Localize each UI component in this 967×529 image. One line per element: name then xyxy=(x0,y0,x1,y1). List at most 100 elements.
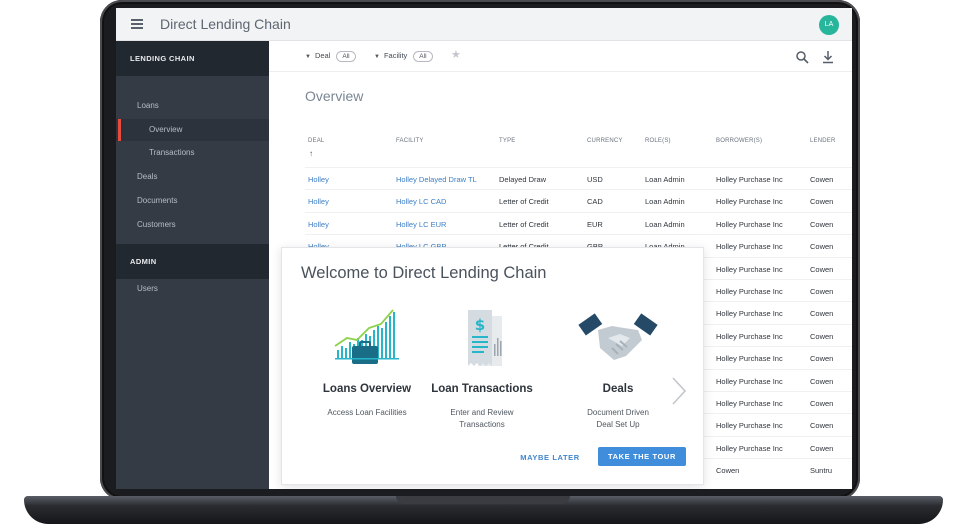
take-tour-button[interactable]: TAKE THE TOUR xyxy=(598,447,686,466)
cell-type: Letter of Credit xyxy=(499,219,549,229)
cell-role: Loan Admin xyxy=(645,197,685,207)
laptop-notch xyxy=(396,496,570,504)
cell-lender: Cowen xyxy=(810,264,834,274)
card-description-line: Enter and Review xyxy=(450,408,514,417)
cell-borrower: Holley Purchase Inc xyxy=(716,443,783,453)
download-icon[interactable] xyxy=(821,50,835,64)
card-description: Access Loan Facilities xyxy=(307,407,427,419)
welcome-modal: Welcome to Direct Lending Chain Loans Ov… xyxy=(281,247,704,485)
card-title: Loan Transactions xyxy=(431,383,533,395)
sidebar-item-users[interactable]: Users xyxy=(116,279,269,299)
sidebar-item-transactions[interactable]: Transactions xyxy=(116,143,269,163)
table-row[interactable]: Holley Holley LC CAD Letter of Credit CAD Lo… xyxy=(305,189,852,211)
cell-lender: Cowen xyxy=(810,376,834,386)
deal-filter-label: Deal xyxy=(314,51,331,60)
column-header-deal[interactable]: DEAL xyxy=(308,138,324,144)
cell-deal[interactable]: Holley xyxy=(308,175,329,184)
card-description-line: Document Driven xyxy=(587,408,649,417)
search-icon[interactable] xyxy=(795,50,809,64)
facility-filter-value[interactable]: All xyxy=(413,51,433,62)
card-loan-transactions[interactable]: $ Loan Transactions Enter and Review Tra… xyxy=(422,308,542,429)
cell-lender: Cowen xyxy=(810,331,834,341)
card-title: Deals xyxy=(602,383,634,395)
sidebar-item-deals[interactable]: Deals xyxy=(116,167,269,187)
card-loans-overview[interactable]: Loans Overview Access Loan Facilities xyxy=(307,308,427,417)
cell-borrower: Holley Purchase Inc xyxy=(716,376,783,386)
star-icon[interactable]: ★ xyxy=(451,48,461,61)
app-title: Direct Lending Chain xyxy=(160,16,291,32)
column-header-currency[interactable]: CURRENCY xyxy=(587,138,623,144)
cell-borrower: Holley Purchase Inc xyxy=(716,197,783,207)
cell-currency: CAD xyxy=(587,197,603,207)
bar-chart-briefcase-icon xyxy=(334,309,399,364)
card-deals[interactable]: Deals Document Driven Deal Set Up xyxy=(558,308,678,429)
deal-filter-value[interactable]: All xyxy=(336,51,356,62)
card-description: Document Driven Deal Set Up xyxy=(558,407,678,431)
card-description-line: Deal Set Up xyxy=(596,420,640,429)
sidebar-item-loans[interactable]: Loans xyxy=(116,96,269,116)
cell-borrower: Holley Purchase Inc xyxy=(716,219,783,229)
cell-type: Letter of Credit xyxy=(499,197,549,207)
app-screen: Direct Lending Chain LA LENDING CHAIN Lo… xyxy=(116,8,852,489)
cell-borrower: Holley Purchase Inc xyxy=(716,287,783,296)
cell-borrower: Holley Purchase Inc xyxy=(716,354,783,364)
column-header-lender[interactable]: LENDER xyxy=(810,138,836,144)
deal-filter[interactable]: ▼ Deal All xyxy=(305,51,356,62)
cell-lender: Cowen xyxy=(810,309,834,319)
app-bar: Direct Lending Chain LA xyxy=(116,8,852,41)
sidebar-item-overview[interactable]: Overview xyxy=(116,119,269,141)
cell-lender: Cowen xyxy=(810,354,834,364)
caret-down-icon: ▼ xyxy=(305,54,311,60)
column-header-borrowers[interactable]: BORROWER(S) xyxy=(716,138,762,144)
cell-lender: Cowen xyxy=(810,219,834,229)
cell-deal[interactable]: Holley xyxy=(308,197,329,206)
cell-lender: Cowen xyxy=(810,399,834,408)
cell-borrower: Holley Purchase Inc xyxy=(716,331,783,341)
facility-filter[interactable]: ▼ Facility All xyxy=(374,51,433,62)
sidebar: LENDING CHAIN Loans Overview Transaction… xyxy=(116,41,269,489)
cell-borrower: Holley Purchase Inc xyxy=(716,264,783,274)
cell-lender: Cowen xyxy=(810,175,834,184)
column-header-roles[interactable]: ROLE(S) xyxy=(645,138,671,144)
cell-borrower: Cowen xyxy=(716,466,740,476)
sidebar-section-admin: ADMIN xyxy=(116,244,269,279)
card-title: Loans Overview xyxy=(322,383,412,395)
cell-borrower: Holley Purchase Inc xyxy=(716,242,783,252)
sidebar-item-customers[interactable]: Customers xyxy=(116,215,269,235)
cell-facility[interactable]: Holley LC CAD xyxy=(396,197,446,206)
column-header-type[interactable]: TYPE xyxy=(499,138,515,144)
sidebar-item-overview-label: Overview xyxy=(149,125,183,134)
cell-deal[interactable]: Holley xyxy=(308,220,329,229)
cell-facility[interactable]: Holley Delayed Draw TL xyxy=(396,175,477,184)
svg-text:$: $ xyxy=(475,316,485,334)
card-description: Enter and Review Transactions xyxy=(422,407,542,431)
cell-lender: Cowen xyxy=(810,197,834,207)
sidebar-section-lending-chain: LENDING CHAIN xyxy=(116,41,269,76)
cell-borrower: Holley Purchase Inc xyxy=(716,309,783,319)
cell-role: Loan Admin xyxy=(645,219,685,229)
page-title: Overview xyxy=(305,88,364,104)
facility-filter-label: Facility xyxy=(383,51,408,60)
card-description-line: Transactions xyxy=(459,420,505,429)
caret-down-icon: ▼ xyxy=(374,54,380,60)
cell-lender: Cowen xyxy=(810,242,834,252)
sidebar-item-documents[interactable]: Documents xyxy=(116,191,269,211)
table-row[interactable]: Holley Holley LC EUR Letter of Credit EUR Lo… xyxy=(305,211,852,234)
cell-borrower: Holley Purchase Inc xyxy=(716,421,783,431)
hamburger-menu-icon[interactable] xyxy=(131,19,143,29)
column-header-facility[interactable]: FACILITY xyxy=(396,138,424,144)
table-row[interactable]: Holley Holley Delayed Draw TL Delayed Draw… xyxy=(305,167,852,189)
cell-type: Delayed Draw xyxy=(499,175,547,184)
avatar[interactable]: LA xyxy=(819,15,839,35)
filter-bar: ▼ Deal All ▼ Facility All ★ xyxy=(269,41,852,72)
card-description-line: Access Loan Facilities xyxy=(327,408,407,417)
chevron-right-icon[interactable] xyxy=(670,376,688,406)
cell-currency: USD xyxy=(587,175,603,184)
cell-lender: Cowen xyxy=(810,287,834,296)
cell-lender: Cowen xyxy=(810,421,834,431)
maybe-later-button[interactable]: MAYBE LATER xyxy=(516,449,584,467)
cell-facility[interactable]: Holley LC EUR xyxy=(396,220,446,229)
cell-lender: Cowen xyxy=(810,443,834,453)
sort-ascending-icon[interactable]: ↑ xyxy=(309,149,313,158)
cell-borrower: Holley Purchase Inc xyxy=(716,175,783,184)
